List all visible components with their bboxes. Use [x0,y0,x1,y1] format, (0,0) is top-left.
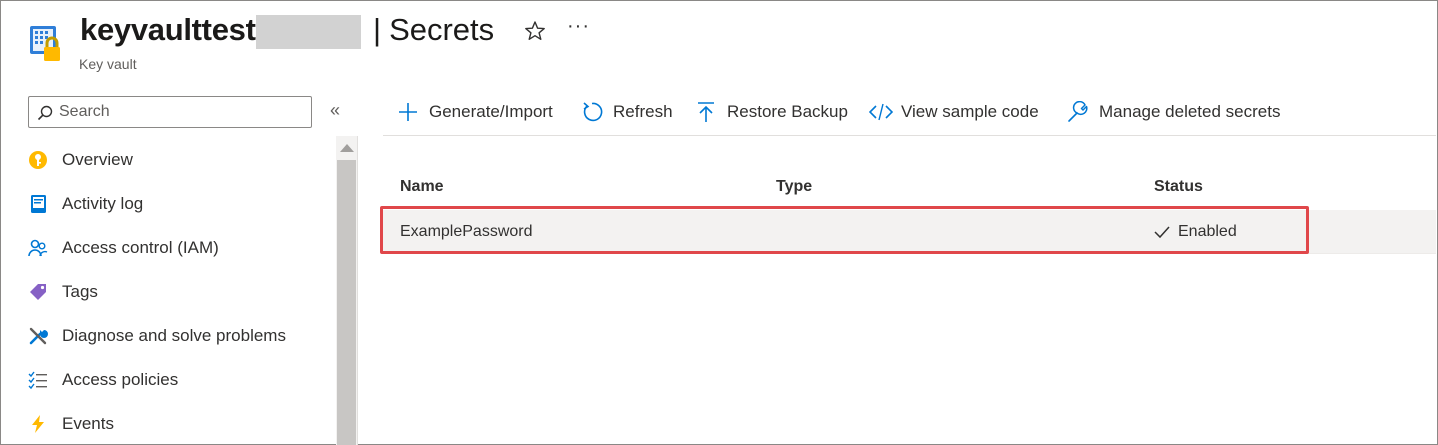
page-title-text: Secrets [389,12,495,47]
sidebar-item-label: Overview [62,150,133,169]
star-icon[interactable] [524,20,546,42]
refresh-label: Refresh [613,102,673,121]
sidebar-item-label: Diagnose and solve problems [62,326,286,345]
secret-name-cell[interactable]: ExamplePassword [400,223,533,241]
command-bar: Generate/Import Refresh Restore Backup V… [383,92,1436,132]
sidebar-item-activity-log[interactable]: Activity log [0,182,334,226]
refresh-icon [583,102,603,122]
sidebar-search[interactable] [28,96,312,128]
column-header-status[interactable]: Status [1154,178,1203,196]
sidebar-item-overview[interactable]: Overview [0,138,334,182]
code-icon [869,103,893,121]
sidebar-item-diagnose[interactable]: Diagnose and solve problems [0,314,334,358]
page-title: | Secrets [373,12,494,48]
resource-type-label: Key vault [79,56,137,72]
sidebar-item-access-control[interactable]: Access control (IAM) [0,226,334,270]
sidebar-item-access-policies[interactable]: Access policies [0,358,334,402]
key-vault-icon [30,26,60,61]
status-text: Enabled [1178,223,1237,240]
page-header: keyvaulttest | Secrets ··· Key vault [0,0,1436,86]
column-header-type[interactable]: Type [776,178,812,196]
view-sample-code-label: View sample code [901,102,1039,121]
title-separator: | [373,12,382,47]
more-options-button[interactable]: ··· [567,15,590,38]
vault-name: keyvaulttest [80,12,256,47]
tag-icon [30,284,46,300]
sidebar-item-events[interactable]: Events [0,402,334,445]
wrench-icon [1068,101,1088,122]
column-header-name[interactable]: Name [400,178,444,196]
people-icon [28,239,48,257]
sidebar-item-label: Events [62,414,114,433]
sidebar-item-label: Tags [62,282,98,301]
sidebar-item-label: Access policies [62,370,179,389]
generate-import-label: Generate/Import [429,102,553,121]
activity-log-icon [31,195,46,213]
sidebar-divider [357,136,358,445]
search-input[interactable] [59,101,299,123]
upload-icon [698,102,714,122]
checkmark-icon [1154,226,1170,239]
table-row[interactable]: ExamplePassword Enabled [383,210,1436,254]
wrench-icon [29,327,48,345]
scroll-up-arrow-icon[interactable] [340,144,354,152]
collapse-sidebar-button[interactable]: « [330,100,340,121]
checklist-icon [28,371,47,390]
scrollbar-thumb[interactable] [337,160,356,445]
plus-icon [399,103,417,121]
lightning-icon [32,415,44,433]
sidebar-item-label: Activity log [62,194,144,213]
redacted-name-suffix [256,15,361,49]
search-icon [37,105,53,121]
sidebar-nav: Overview Activity log Access control (IA… [0,138,334,445]
sidebar-item-tags[interactable]: Tags [0,270,334,314]
command-bar-divider [383,135,1436,136]
sidebar-item-label: Access control (IAM) [62,238,219,257]
restore-backup-label: Restore Backup [727,102,848,121]
manage-deleted-label: Manage deleted secrets [1099,102,1281,121]
secret-status-cell: Enabled [1154,223,1274,243]
key-icon [29,151,47,169]
